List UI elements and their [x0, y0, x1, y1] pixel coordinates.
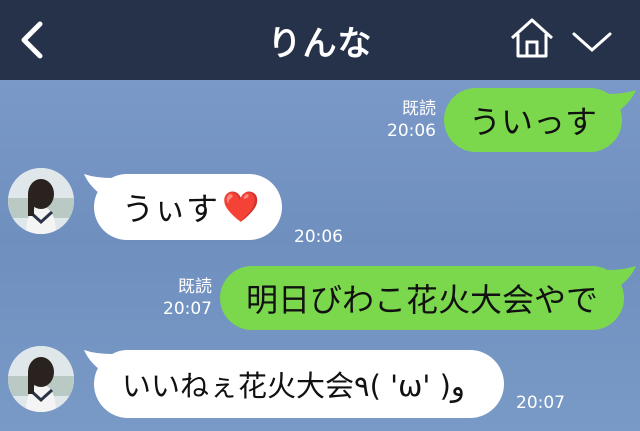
outgoing-message-bubble[interactable]: ういっす — [444, 88, 622, 152]
avatar-image — [8, 168, 74, 234]
incoming-message-bubble[interactable]: いいねぇ花火大会٩( 'ω' )و — [94, 350, 504, 418]
message-time: 20:06 — [294, 227, 343, 247]
chat-header: りんな — [0, 0, 640, 80]
message-list[interactable]: 既読 20:06 ういっす うぃす ❤️ 20:06 既読 20:07 明日びわ… — [0, 80, 640, 431]
avatar-image — [8, 346, 74, 412]
message-time: 20:07 — [163, 299, 212, 319]
heart-emoji: ❤️ — [222, 189, 260, 225]
read-receipt: 既読 — [178, 277, 212, 297]
message-time: 20:07 — [516, 393, 565, 413]
avatar[interactable] — [8, 346, 74, 412]
message-time: 20:06 — [387, 121, 436, 141]
bubble-tail — [608, 266, 636, 290]
chevron-down-icon — [572, 32, 612, 52]
menu-button[interactable] — [568, 26, 616, 56]
message-text: ういっす — [468, 103, 597, 141]
read-receipt: 既読 — [402, 99, 436, 119]
message-meta: 既読 20:07 — [156, 276, 212, 320]
avatar[interactable] — [8, 168, 74, 234]
message-text: 明日びわこ花火大会やで — [245, 281, 598, 319]
bubble-tail — [608, 90, 636, 114]
incoming-message-bubble[interactable]: うぃす ❤️ — [94, 174, 282, 240]
home-icon — [510, 18, 554, 58]
home-button[interactable] — [508, 16, 556, 60]
message-text: うぃす — [122, 190, 219, 228]
outgoing-message-bubble[interactable]: 明日びわこ花火大会やで — [220, 266, 624, 330]
message-meta: 既読 20:06 — [380, 98, 436, 142]
message-text: いいねぇ花火大会٩( 'ω' )و — [122, 369, 465, 403]
